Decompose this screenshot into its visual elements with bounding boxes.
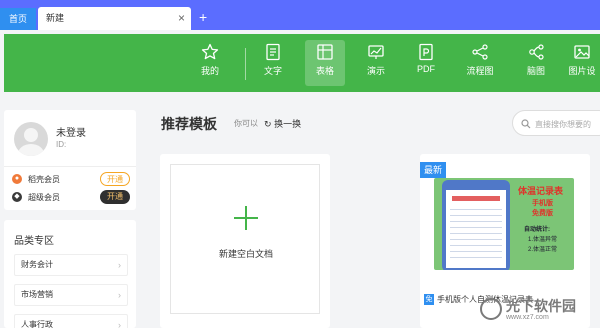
plus-icon-vertical [245, 206, 247, 230]
new-blank-label: 新建空白文档 [218, 249, 273, 259]
tool-pdf[interactable]: PDF [406, 40, 446, 86]
divider [4, 166, 136, 167]
presentation-icon [368, 45, 384, 59]
category-label: 市场营销 [21, 290, 53, 299]
thumb-line: 1.体温异常 [528, 237, 558, 243]
member-row-docer: ● 稻壳会员 开通 [12, 172, 130, 188]
tool-mindmap-label: 脑图 [526, 66, 545, 76]
refresh-icon: ↻ [264, 119, 272, 129]
add-tab-icon[interactable]: + [199, 6, 207, 28]
watermark-text: 光下软件园 [506, 298, 576, 314]
tab-new-label: 新建 [46, 13, 65, 23]
user-id: ID: [56, 140, 67, 149]
tool-presentation[interactable]: 演示 [356, 40, 396, 86]
tool-image-label: 图片设 [568, 66, 596, 76]
tool-pdf-label: PDF [417, 64, 435, 74]
tool-mine[interactable]: 我的 [190, 40, 230, 86]
sheet-row [450, 206, 502, 210]
tool-text-label: 文字 [263, 66, 282, 76]
sheet-title-bar [452, 196, 500, 201]
chevron-right-icon: › [118, 290, 121, 300]
watermark-logo-icon [480, 298, 502, 320]
search-input[interactable] [535, 116, 600, 132]
thumb-title: 体温记录表 [518, 186, 564, 196]
toolbar: 我的 文字 表格 演示 PDF 流程图 脑图 图片设 [4, 34, 600, 92]
tool-presentation-label: 演示 [366, 66, 385, 76]
category-item-hr[interactable]: 人事行政 › [14, 314, 128, 328]
thumb-line: 自动统计: [524, 227, 550, 233]
user-card: 未登录 ID: ● 稻壳会员 开通 ◆ 超级会员 开通 [4, 110, 136, 210]
category-card: 品类专区 财务会计 › 市场营销 › 人事行政 › [4, 220, 136, 328]
sheet-row [450, 248, 502, 252]
refresh-button[interactable]: ↻ 换一换 [264, 117, 301, 130]
thumb-line: 免费版 [532, 210, 553, 217]
sheet-row [450, 212, 502, 216]
tool-flowchart-label: 流程图 [466, 66, 494, 76]
chevron-right-icon: › [118, 320, 121, 328]
pdf-icon [419, 43, 433, 61]
sheet-row [450, 236, 502, 240]
sheet-row [450, 230, 502, 234]
image-icon [574, 45, 590, 59]
new-blank-card[interactable]: 新建空白文档 [160, 154, 330, 328]
watermark-url: www.xz7.com [506, 314, 549, 321]
docer-member-icon: ● [12, 174, 22, 184]
tool-table[interactable]: 表格 [305, 40, 345, 86]
super-member-icon: ◆ [12, 192, 22, 202]
close-icon[interactable]: × [178, 7, 185, 30]
tab-home[interactable]: 首页 [0, 8, 36, 30]
tool-text[interactable]: 文字 [253, 40, 293, 86]
chevron-right-icon: › [118, 260, 121, 270]
phone-screen [446, 190, 506, 268]
blank-doc-box[interactable]: 新建空白文档 [170, 164, 320, 314]
tab-bar: 首页 新建 × + [0, 0, 600, 30]
sheet-row [450, 254, 502, 258]
maybe-label: 你可以 [234, 119, 258, 128]
tool-image[interactable]: 图片设 [562, 40, 600, 86]
sheet-row [450, 218, 502, 222]
member-row-super: ◆ 超级会员 开通 [12, 190, 130, 206]
tool-mine-label: 我的 [200, 66, 219, 76]
search-box[interactable] [512, 110, 600, 136]
free-badge: 免 [424, 294, 434, 305]
member-label: 稻壳会员 [28, 175, 60, 184]
phone-illustration [442, 180, 510, 270]
tool-flowchart[interactable]: 流程图 [460, 40, 500, 86]
user-name[interactable]: 未登录 [56, 124, 86, 139]
tool-mindmap[interactable]: 脑图 [516, 40, 556, 86]
star-icon [201, 43, 219, 60]
document-icon [266, 43, 280, 61]
avatar-head [24, 128, 38, 142]
toolbar-divider [245, 48, 246, 80]
thumb-line: 手机版 [532, 200, 553, 207]
category-label: 人事行政 [21, 320, 53, 328]
tool-table-label: 表格 [315, 66, 334, 76]
watermark: 光下软件园 www.xz7.com [480, 292, 600, 328]
activate-docer-button[interactable]: 开通 [100, 172, 130, 186]
category-item-finance[interactable]: 财务会计 › [14, 254, 128, 276]
page-title: 推荐模板 [161, 116, 217, 132]
flowchart-icon [472, 44, 488, 60]
sheet-row [450, 224, 502, 228]
refresh-label: 换一换 [274, 119, 302, 129]
activate-super-button[interactable]: 开通 [100, 190, 130, 204]
new-badge: 最新 [420, 162, 446, 178]
thumb-line: 2.体温正常 [528, 247, 558, 253]
sheet-row [450, 242, 502, 246]
avatar[interactable] [14, 122, 48, 156]
category-label: 财务会计 [21, 260, 53, 269]
category-title: 品类专区 [14, 236, 54, 247]
tab-new[interactable]: 新建 × [38, 7, 191, 30]
table-icon [317, 44, 333, 60]
search-icon [521, 119, 531, 129]
template-thumbnail[interactable]: 体温记录表 手机版 免费版 自动统计: 1.体温异常 2.体温正常 [434, 178, 574, 270]
member-label: 超级会员 [28, 193, 60, 202]
avatar-body [18, 144, 44, 156]
mindmap-icon [529, 44, 544, 60]
category-item-marketing[interactable]: 市场营销 › [14, 284, 128, 306]
